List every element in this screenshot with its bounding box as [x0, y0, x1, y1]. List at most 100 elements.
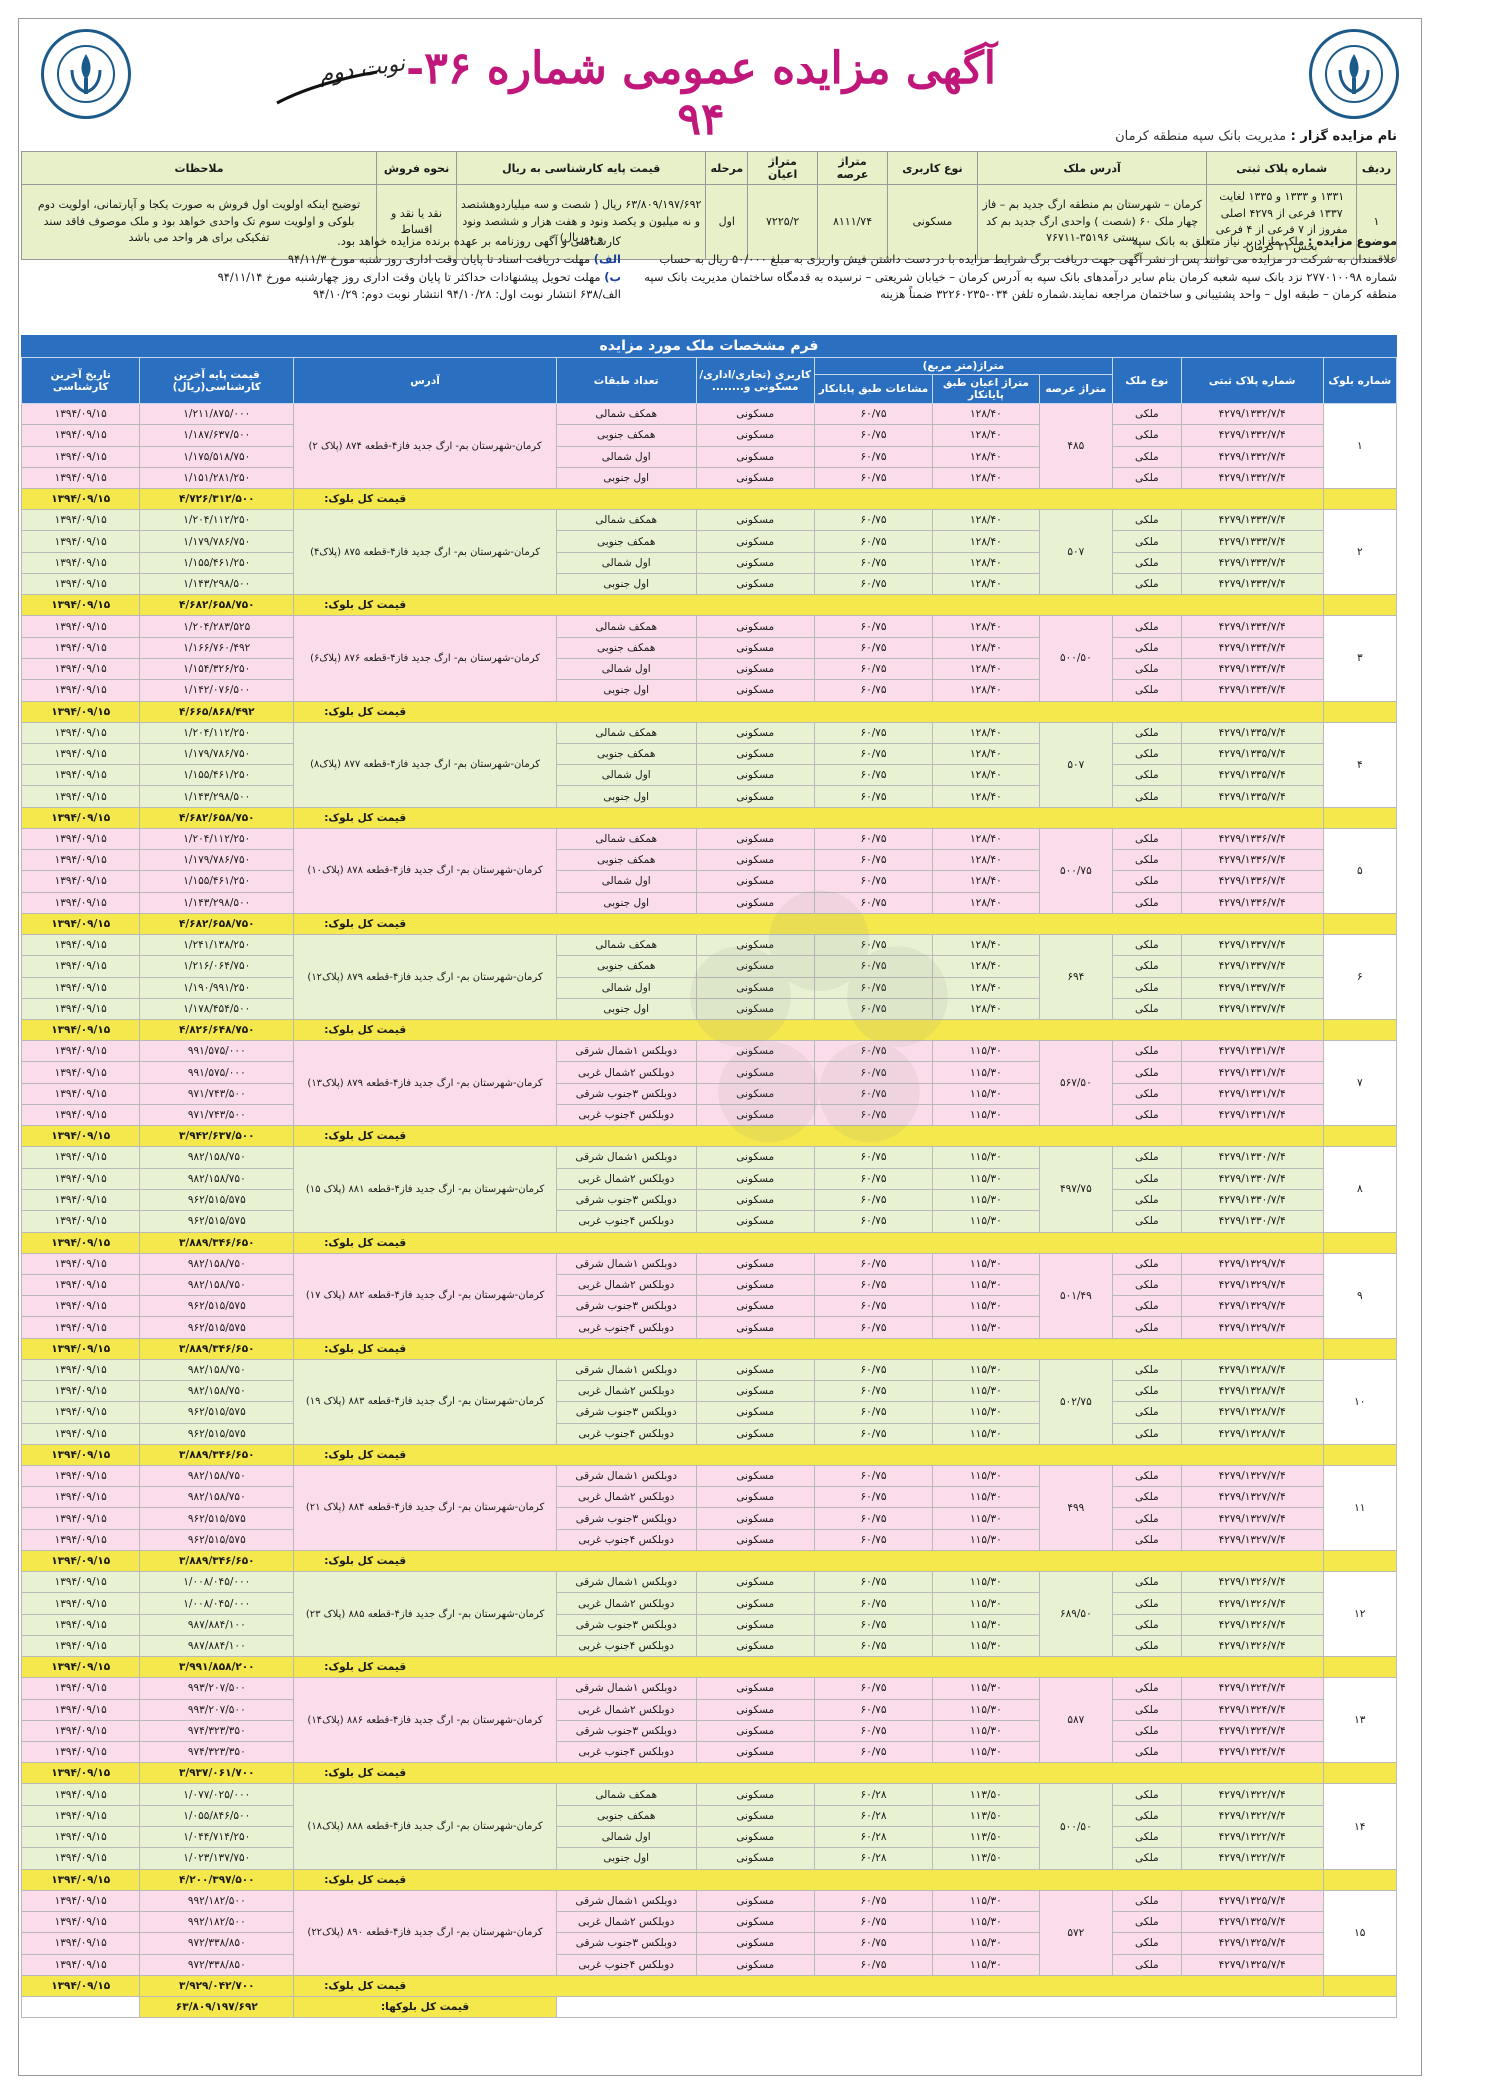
usage-cell: مسکونی [695, 1273, 815, 1297]
price-cell: ۹۸۲/۱۵۸/۷۵۰ [139, 1273, 295, 1297]
ayan-cell: ۱۱۵/۳۰ [932, 1252, 1040, 1275]
floor-cell: همکف جنوبی [555, 742, 697, 766]
block-total-label: قیمت کل بلوک: [293, 488, 1324, 511]
table-row: ۴۲۷۹/۱۳۲۵/۷/۴ ملکی ۱۱۵/۳۰ ۶۰/۷۵ مسکونی دوبلکس… [20, 1932, 1397, 1955]
address-cell: کرمان-شهرستان بم- ارگ جدید فاز۴-قطعه ۸۸۶… [293, 1677, 557, 1764]
block-total-date: ۱۳۹۴/۰۹/۱۵ [20, 1231, 141, 1254]
floor-cell: دوبلکس ۳جنوب شرقی [555, 1507, 697, 1530]
price-cell: ۱/۰۲۳/۱۳۷/۷۵۰ [139, 1847, 295, 1870]
total-empty [1322, 1337, 1398, 1360]
table-row: ۴۲۷۹/۱۳۳۶/۷/۴ ملکی ۱۲۸/۴۰ ۶۰/۷۵ مسکونی اول شم… [20, 870, 1397, 893]
ownership-cell: ملکی [1112, 636, 1182, 659]
date-cell: ۱۳۹۴/۰۹/۱۵ [20, 551, 141, 575]
ayan-cell: ۱۱۵/۳۰ [932, 1592, 1040, 1615]
ownership-cell: ملکی [1112, 933, 1182, 957]
price-cell: ۹۷۱/۷۴۳/۵۰۰ [139, 1082, 295, 1106]
price-cell: ۹۶۲/۵۱۵/۵۷۵ [139, 1188, 295, 1212]
ayan-cell: ۱۲۸/۴۰ [932, 509, 1040, 532]
ownership-cell: ملکی [1112, 1953, 1182, 1976]
floor-cell: اول جنوبی [555, 1847, 697, 1870]
price-cell: ۱/۱۶۶/۷۶۰/۴۹۲ [139, 636, 295, 659]
ayan-cell: ۱۲۸/۴۰ [932, 424, 1040, 447]
plate-cell: ۴۲۷۹/۱۳۳۳/۷/۴ [1180, 509, 1324, 532]
date-cell: ۱۳۹۴/۰۹/۱۵ [20, 891, 141, 914]
date-cell: ۱۳۹۴/۰۹/۱۵ [20, 1273, 141, 1297]
date-cell: ۱۳۹۴/۰۹/۱۵ [20, 1783, 141, 1806]
price-cell: ۱/۱۷۹/۷۸۶/۷۵۰ [139, 530, 295, 553]
mosha-cell: ۶۰/۷۵ [813, 1273, 934, 1297]
ayan-cell: ۱۱۵/۳۰ [932, 1910, 1040, 1934]
ayan-cell: ۱۲۸/۴۰ [932, 955, 1040, 978]
block-total-value: ۴/۶۸۲/۶۵۸/۷۵۰ [139, 912, 295, 935]
mosha-cell: ۶۰/۷۵ [813, 636, 934, 659]
ayan-cell: ۱۱۵/۳۰ [932, 1188, 1040, 1212]
mosha-cell: ۶۰/۷۵ [813, 402, 934, 426]
ownership-cell: ملکی [1112, 849, 1182, 872]
block-total-value: ۳/۸۸۹/۳۴۶/۶۵۰ [139, 1550, 295, 1573]
plate-cell: ۴۲۷۹/۱۳۳۲/۷/۴ [1180, 402, 1324, 426]
block-total-row: قیمت کل بلوک: ۳/۸۸۹/۳۴۶/۶۵۰ ۱۳۹۴/۰۹/۱۵ [20, 1550, 1398, 1573]
ownership-cell: ملکی [1112, 1932, 1182, 1955]
floor-cell: اول جنوبی [555, 891, 697, 914]
block-number: ۱۲ [1322, 1571, 1398, 1658]
ayan-cell: ۱۱۵/۳۰ [932, 1379, 1040, 1403]
ownership-cell: ملکی [1112, 1104, 1182, 1127]
usage-cell: مسکونی [695, 1316, 815, 1339]
usage-cell: مسکونی [695, 509, 815, 532]
usage-cell: مسکونی [695, 764, 815, 787]
plate-cell: ۴۲۷۹/۱۳۳۰/۷/۴ [1180, 1167, 1324, 1190]
ayan-cell: ۱۱۵/۳۰ [932, 1571, 1040, 1594]
ayan-cell: ۱۱۳/۵۰ [932, 1826, 1040, 1849]
usage-cell: مسکونی [695, 1677, 815, 1700]
address-cell: کرمان-شهرستان بم- ارگ جدید فاز۴-قطعه ۸۷۹… [293, 933, 557, 1021]
block-total-value: ۳/۸۸۹/۳۴۶/۶۵۰ [139, 1337, 295, 1360]
ayan-cell: ۱۱۵/۳۰ [932, 1061, 1040, 1084]
block-total-label: قیمت کل بلوک: [293, 1550, 1324, 1573]
mosha-cell: ۶۰/۷۵ [813, 1889, 934, 1912]
floor-cell: دوبلکس ۱شمال شرقی [555, 1040, 697, 1063]
table-row: ۴۲۷۹/۱۳۳۴/۷/۴ ملکی ۱۲۸/۴۰ ۶۰/۷۵ مسکونی اول جن… [20, 679, 1397, 702]
plate-cell: ۴۲۷۹/۱۳۳۷/۷/۴ [1180, 933, 1324, 957]
floor-cell: اول شمالی [555, 976, 697, 999]
arse-cell: ۶۸۹/۵۰ [1038, 1571, 1114, 1658]
ownership-cell: ملکی [1112, 1273, 1182, 1297]
block-number: ۶ [1322, 933, 1398, 1021]
usage-cell: مسکونی [695, 1571, 815, 1594]
date-cell: ۱۳۹۴/۰۹/۱۵ [20, 1210, 141, 1233]
plate-cell: ۴۲۷۹/۱۳۳۲/۷/۴ [1180, 466, 1324, 490]
summary-header-cell: متراژ عرصه [817, 151, 889, 185]
block-total-label: قیمت کل بلوک: [293, 806, 1324, 829]
usage-cell: مسکونی [695, 466, 815, 490]
address-cell: کرمان-شهرستان بم- ارگ جدید فاز۴-قطعه ۸۸۵… [293, 1571, 557, 1658]
ownership-cell: ملکی [1112, 1677, 1182, 1700]
block-total-label: قیمت کل بلوک: [293, 1231, 1324, 1254]
floor-cell: دوبلکس ۲شمال غربی [555, 1910, 697, 1934]
table-row: ۴۲۷۹/۱۳۲۲/۷/۴ ملکی ۱۱۳/۵۰ ۶۰/۲۸ مسکونی همکف ج… [20, 1804, 1397, 1828]
usage-cell: مسکونی [695, 1783, 815, 1806]
ownership-cell: ملکی [1112, 721, 1182, 744]
table-row: ۴۲۷۹/۱۳۳۴/۷/۴ ملکی ۱۲۸/۴۰ ۶۰/۷۵ مسکونی همکف ج… [20, 636, 1397, 659]
block-total-row: قیمت کل بلوک: ۴/۸۲۶/۶۴۸/۷۵۰ ۱۳۹۴/۰۹/۱۵ [20, 1019, 1398, 1042]
plate-cell: ۴۲۷۹/۱۳۲۵/۷/۴ [1180, 1953, 1324, 1976]
usage-cell: مسکونی [695, 1252, 815, 1275]
col-metraj-group: متراژ(متر مربع) [813, 357, 1114, 375]
total-empty [1322, 1231, 1398, 1254]
col-plate: شماره پلاک ثبتی [1180, 357, 1324, 404]
grand-empty [555, 1995, 1398, 2019]
plate-cell: ۴۲۷۹/۱۳۳۱/۷/۴ [1180, 1082, 1324, 1106]
ayan-cell: ۱۱۵/۳۰ [932, 1316, 1040, 1339]
usage-cell: مسکونی [695, 551, 815, 575]
price-cell: ۱/۱۵۴/۳۲۶/۲۵۰ [139, 657, 295, 681]
mosha-cell: ۶۰/۷۵ [813, 615, 934, 638]
col-ownership: نوع ملک [1112, 357, 1182, 404]
floor-cell: دوبلکس ۳جنوب شرقی [555, 1401, 697, 1424]
date-cell: ۱۳۹۴/۰۹/۱۵ [20, 1677, 141, 1700]
date-cell: ۱۳۹۴/۰۹/۱۵ [20, 1826, 141, 1849]
ayan-cell: ۱۱۵/۳۰ [932, 1613, 1040, 1636]
mosha-cell: ۶۰/۷۵ [813, 424, 934, 447]
total-empty [1322, 1974, 1398, 1997]
table-row: ۱۰ ۴۲۷۹/۱۳۲۸/۷/۴ ملکی ۵۰۲/۷۵ ۱۱۵/۳۰ ۶۰/۷۵ مسکو… [20, 1358, 1398, 1445]
usage-cell: مسکونی [695, 1804, 815, 1828]
plate-cell: ۴۲۷۹/۱۳۲۲/۷/۴ [1180, 1783, 1324, 1806]
date-cell: ۱۳۹۴/۰۹/۱۵ [20, 1889, 141, 1912]
